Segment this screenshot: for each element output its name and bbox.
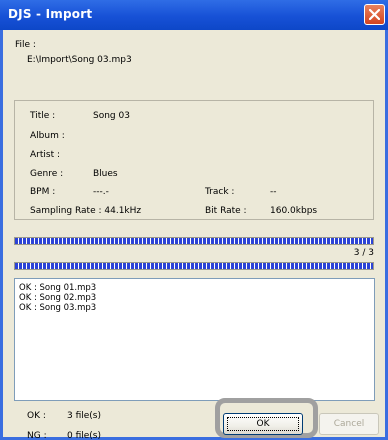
bit-rate-label: Bit Rate : [205, 206, 247, 216]
log-line: OK : Song 02.mp3 [19, 293, 97, 303]
ok-count-label: OK : [27, 411, 46, 421]
total-progress-fill [15, 263, 373, 269]
log-line: OK : Song 03.mp3 [19, 303, 97, 313]
file-label: File : [15, 40, 36, 50]
bpm-label: BPM : [30, 187, 56, 197]
genre-value: Blues [93, 169, 118, 179]
title-value: Song 03 [93, 111, 130, 121]
import-log-list[interactable]: OK : Song 01.mp3 OK : Song 02.mp3 OK : S… [14, 278, 375, 401]
close-button[interactable] [364, 4, 385, 25]
ok-count-value: 3 file(s) [67, 411, 102, 421]
track-label: Track : [205, 187, 235, 197]
progress-counter: 3 / 3 [353, 248, 374, 258]
title-label: Title : [30, 111, 56, 121]
track-value: -- [270, 187, 277, 197]
artist-label: Artist : [30, 150, 60, 160]
import-dialog: DJS - Import File : E:\Import\Song 03.mp… [0, 0, 388, 440]
total-progress-bar [14, 262, 374, 270]
album-label: Album : [30, 131, 65, 141]
window-title: DJS - Import [8, 7, 93, 21]
log-line: OK : Song 01.mp3 [19, 283, 97, 293]
close-icon [369, 9, 380, 20]
file-progress-fill [15, 238, 373, 244]
track-info-group: Title : Song 03 Album : Artist : Genre :… [14, 100, 374, 220]
genre-label: Genre : [30, 169, 64, 179]
sampling-rate-label: Sampling Rate : 44.1kHz [30, 206, 142, 216]
bit-rate-value: 160.0kbps [270, 206, 318, 216]
ng-count-label: NG : [27, 431, 47, 440]
title-bar[interactable]: DJS - Import [0, 0, 388, 30]
cancel-button[interactable]: Cancel [319, 413, 379, 435]
bpm-value: ---.- [93, 187, 109, 197]
file-path: E:\Import\Song 03.mp3 [27, 55, 132, 65]
file-progress-bar [14, 237, 374, 245]
ok-button[interactable]: OK [223, 413, 303, 435]
ng-count-value: 0 file(s) [67, 431, 102, 440]
dialog-body: File : E:\Import\Song 03.mp3 Title : Son… [3, 30, 385, 440]
